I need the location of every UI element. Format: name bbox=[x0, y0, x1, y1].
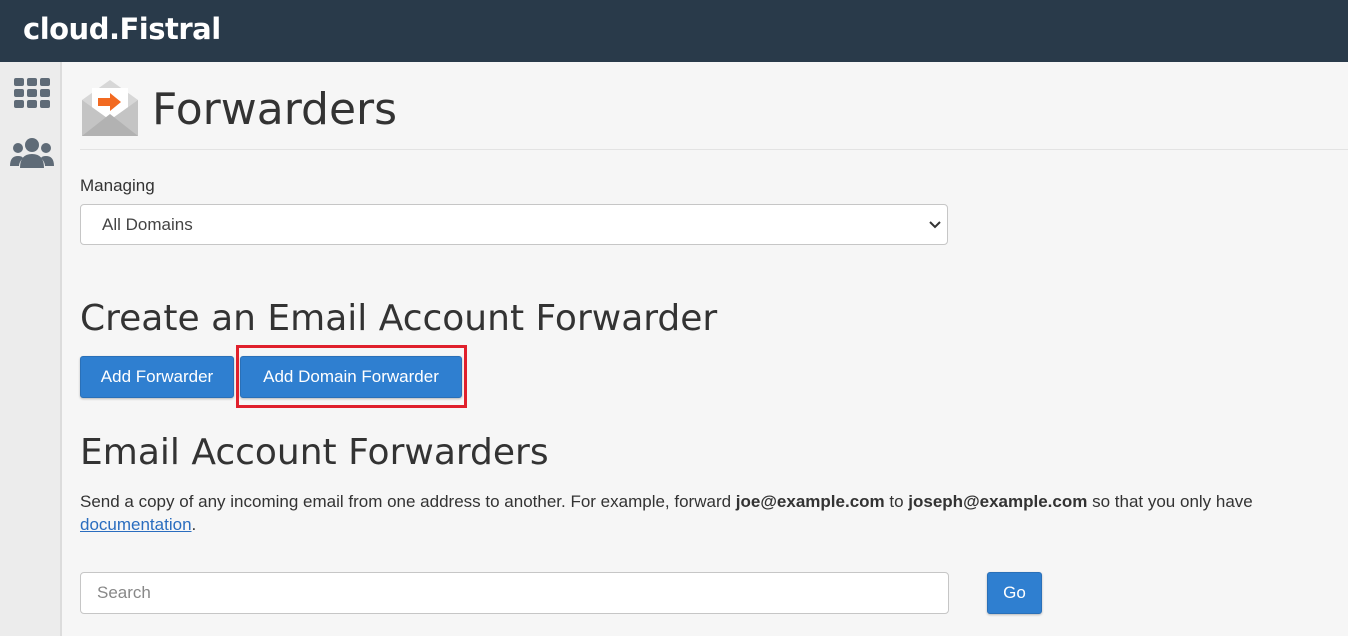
highlight-box bbox=[236, 345, 467, 408]
search-input[interactable] bbox=[80, 572, 949, 614]
go-button[interactable]: Go bbox=[987, 572, 1042, 614]
email-forward-icon bbox=[82, 80, 138, 136]
documentation-link[interactable]: documentation bbox=[80, 515, 192, 534]
brand-logo[interactable]: cloud.Fistral bbox=[23, 12, 221, 46]
grid-icon bbox=[14, 78, 50, 108]
forwarders-description: Send a copy of any incoming email from o… bbox=[80, 490, 1348, 536]
title-divider bbox=[80, 149, 1348, 150]
create-forwarder-heading: Create an Email Account Forwarder bbox=[80, 298, 718, 339]
page-title: Forwarders bbox=[152, 84, 398, 135]
desc-example-target: joseph@example.com bbox=[908, 492, 1088, 511]
sidebar-item-users[interactable] bbox=[10, 134, 54, 174]
desc-example-source: joe@example.com bbox=[735, 492, 885, 511]
top-navbar: cloud.Fistral bbox=[0, 0, 1348, 62]
domain-select-value: All Domains bbox=[102, 215, 193, 234]
forwarders-heading: Email Account Forwarders bbox=[80, 432, 549, 473]
add-forwarder-button[interactable]: Add Forwarder bbox=[80, 356, 234, 398]
sidebar bbox=[0, 62, 62, 636]
main-content: Forwarders Managing All Domains Create a… bbox=[62, 62, 1348, 636]
desc-text: to bbox=[884, 492, 909, 511]
users-icon bbox=[10, 138, 54, 168]
domain-select[interactable]: All Domains bbox=[80, 204, 948, 245]
desc-text: . bbox=[191, 515, 197, 534]
chevron-down-icon bbox=[929, 221, 941, 229]
managing-label: Managing bbox=[80, 176, 155, 195]
sidebar-item-tools[interactable] bbox=[10, 76, 54, 116]
desc-text: Send a copy of any incoming email from o… bbox=[80, 492, 736, 511]
desc-text: so that you only have bbox=[1087, 492, 1253, 511]
